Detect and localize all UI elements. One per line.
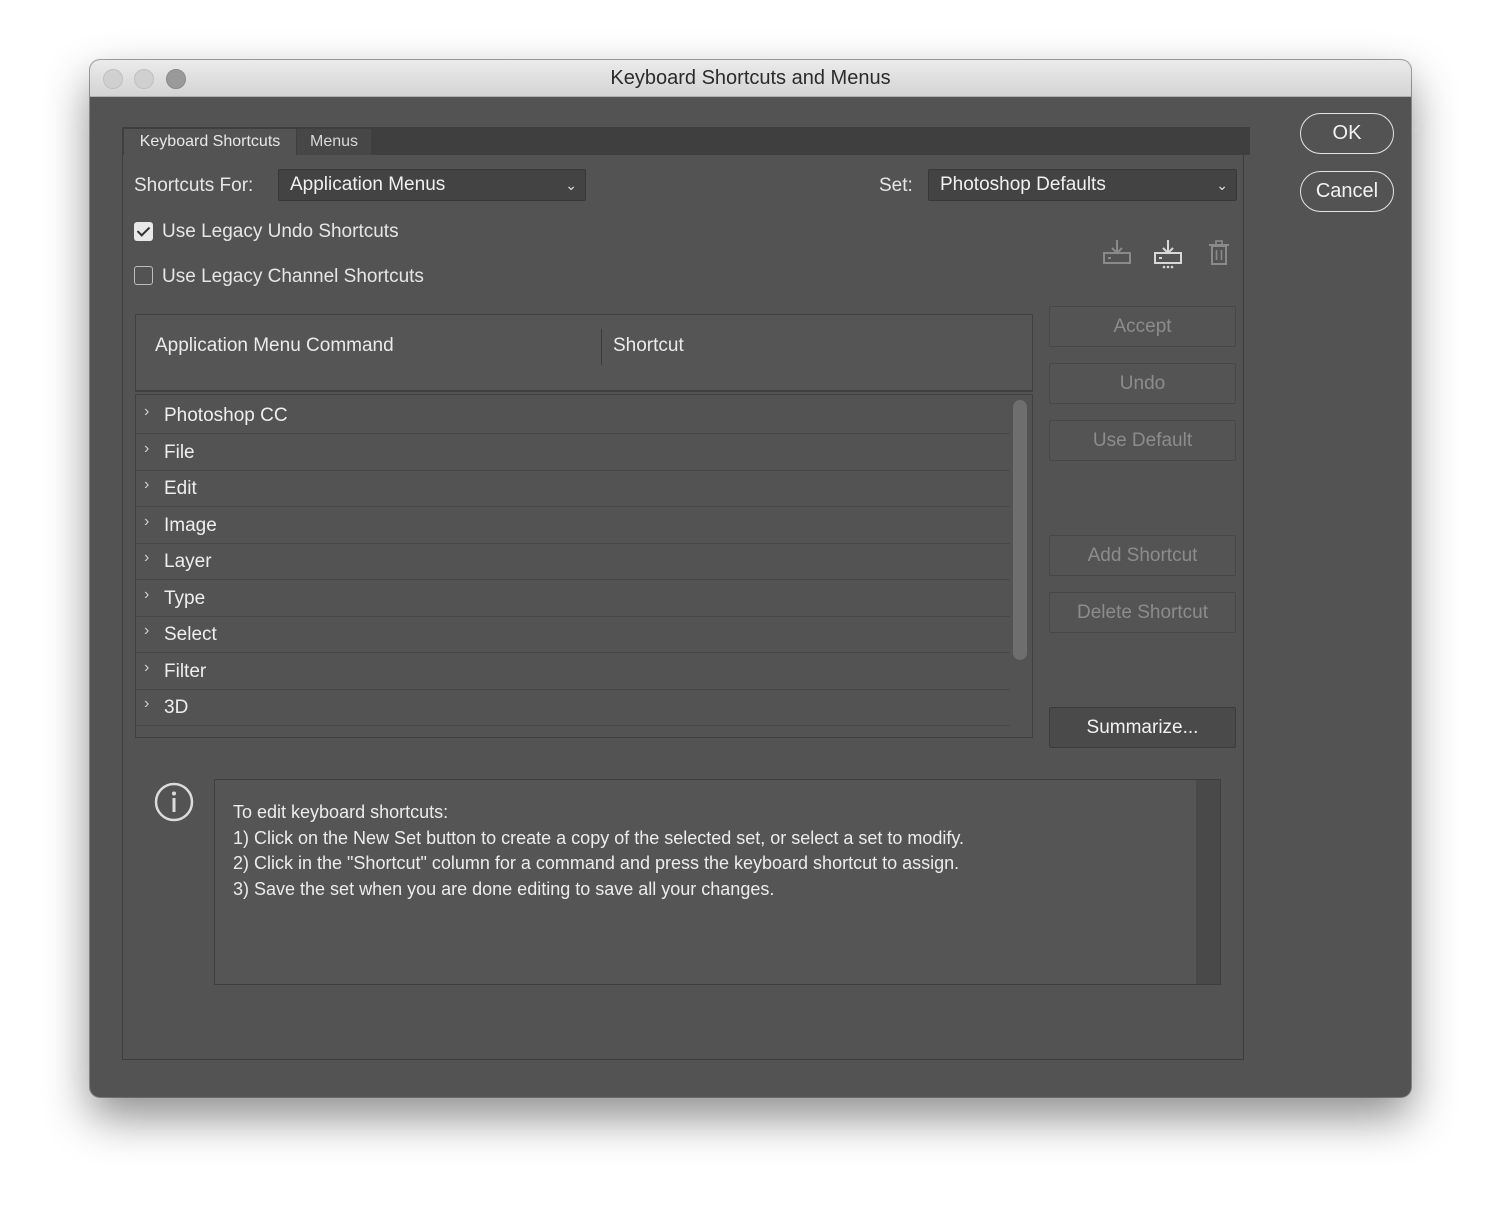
legacy-undo-checkbox[interactable]: [134, 222, 153, 241]
table-header: Application Menu Command Shortcut: [135, 314, 1033, 392]
list-item[interactable]: › 3D: [136, 689, 1010, 726]
info-line: 2) Click in the "Shortcut" column for a …: [233, 853, 960, 873]
trash-icon[interactable]: [1207, 240, 1231, 271]
list-item-label: Type: [164, 588, 206, 609]
info-line: 1) Click on the New Set button to create…: [233, 827, 965, 848]
legacy-channel-checkbox[interactable]: [134, 266, 153, 285]
list-item-partial[interactable]: ›: [136, 726, 1010, 737]
list-item[interactable]: › Edit: [136, 470, 1010, 507]
chevron-right-icon[interactable]: ›: [144, 732, 149, 737]
list-item-label: Select: [164, 624, 217, 645]
chevron-right-icon[interactable]: ›: [144, 513, 149, 531]
list-item[interactable]: › Type: [136, 580, 1010, 617]
chevron-right-icon[interactable]: ›: [144, 549, 149, 567]
info-text: To edit keyboard shortcuts: 1) Click on …: [233, 800, 964, 902]
info-line: 3) Save the set when you are done editin…: [233, 878, 775, 899]
list-item[interactable]: › Layer: [136, 543, 1010, 580]
chevron-right-icon[interactable]: ›: [144, 476, 149, 494]
list-item-label: 3D: [164, 697, 189, 718]
tab-menus[interactable]: Menus: [297, 129, 371, 155]
chevron-right-icon[interactable]: ›: [144, 659, 149, 677]
set-value: Photoshop Defaults: [940, 174, 1106, 195]
use-default-button[interactable]: Use Default: [1049, 420, 1236, 461]
info-box: To edit keyboard shortcuts: 1) Click on …: [214, 779, 1221, 985]
chevron-right-icon[interactable]: ›: [144, 440, 149, 458]
ok-button[interactable]: OK: [1300, 113, 1394, 154]
chevron-down-icon: ⌄: [1216, 177, 1228, 193]
command-list: › Photoshop CC › File › Edit › Image › Layer …: [135, 394, 1033, 738]
list-item-label: Edit: [164, 478, 197, 499]
column-header-shortcut[interactable]: Shortcut: [613, 335, 684, 357]
shortcuts-for-label: Shortcuts For:: [134, 175, 254, 196]
list-item-label: Photoshop CC: [164, 405, 288, 426]
list-item[interactable]: › File: [136, 434, 1010, 471]
info-icon: [154, 782, 194, 827]
summarize-button[interactable]: Summarize...: [1049, 707, 1236, 748]
undo-button[interactable]: Undo: [1049, 363, 1236, 404]
tab-keyboard-shortcuts[interactable]: Keyboard Shortcuts: [124, 129, 296, 155]
list-item[interactable]: › Photoshop CC: [136, 397, 1010, 434]
info-line: To edit keyboard shortcuts:: [233, 802, 449, 822]
window-title: Keyboard Shortcuts and Menus: [610, 67, 891, 89]
info-scrollbar-track[interactable]: [1196, 780, 1220, 984]
accept-button[interactable]: Accept: [1049, 306, 1236, 347]
list-item-label: Layer: [164, 551, 212, 572]
column-header-command[interactable]: Application Menu Command: [155, 335, 394, 357]
list-item-label: Filter: [164, 661, 207, 682]
delete-shortcut-button[interactable]: Delete Shortcut: [1049, 592, 1236, 633]
chevron-right-icon[interactable]: ›: [144, 403, 149, 421]
new-set-icon[interactable]: [1153, 238, 1183, 275]
set-select[interactable]: Photoshop Defaults ⌄: [928, 169, 1237, 201]
list-item-label: File: [164, 442, 195, 463]
legacy-undo-label[interactable]: Use Legacy Undo Shortcuts: [162, 221, 399, 243]
title-bar: Keyboard Shortcuts and Menus: [90, 60, 1411, 97]
chevron-down-icon: ⌄: [565, 177, 577, 193]
list-scrollbar[interactable]: [1013, 400, 1027, 660]
save-set-icon[interactable]: [1102, 238, 1132, 271]
column-divider: [601, 329, 602, 365]
legacy-channel-label[interactable]: Use Legacy Channel Shortcuts: [162, 266, 424, 288]
list-item[interactable]: › Select: [136, 616, 1010, 653]
chevron-right-icon[interactable]: ›: [144, 622, 149, 640]
cancel-button[interactable]: Cancel: [1300, 171, 1394, 212]
shortcuts-for-select[interactable]: Application Menus ⌄: [278, 169, 586, 201]
chevron-right-icon[interactable]: ›: [144, 695, 149, 713]
set-label: Set:: [879, 175, 913, 196]
list-item[interactable]: › Image: [136, 507, 1010, 544]
chevron-right-icon[interactable]: ›: [144, 586, 149, 604]
list-item[interactable]: › Filter: [136, 653, 1010, 690]
add-shortcut-button[interactable]: Add Shortcut: [1049, 535, 1236, 576]
shortcuts-for-value: Application Menus: [290, 174, 446, 195]
list-item-label: Image: [164, 515, 217, 536]
